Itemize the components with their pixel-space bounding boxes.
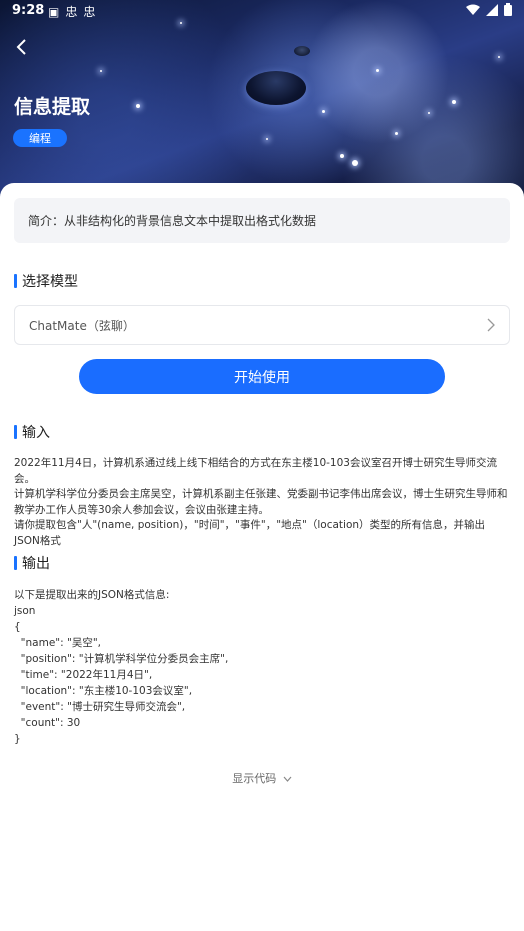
input-line: 2022年11月4日，计算机系通过线上线下相结合的方式在东主楼10-103会议室…	[14, 457, 497, 485]
status-left-icons: ▣忠忠	[48, 3, 101, 20]
output-section-title: 输出	[22, 556, 50, 572]
output-line: }	[14, 733, 21, 745]
output-line: "location": "东主楼10-103会议室",	[14, 685, 193, 697]
output-text: 以下是提取出来的JSON格式信息: json { "name": "吴空", "…	[14, 587, 510, 747]
page-title: 信息提取	[14, 96, 91, 118]
output-line: "name": "吴空",	[14, 637, 101, 649]
show-code-label: 显示代码	[232, 772, 277, 785]
bug-icon: 忠	[65, 5, 84, 19]
chevron-right-icon	[487, 318, 495, 332]
star	[452, 100, 456, 104]
battery-icon	[504, 3, 512, 16]
output-line: 以下是提取出来的JSON格式信息:	[14, 589, 170, 601]
output-line: "count": 30	[14, 717, 81, 729]
model-select[interactable]: ChatMate（弦聊）	[14, 305, 510, 345]
star	[498, 56, 500, 58]
star	[352, 160, 358, 166]
wifi-icon	[466, 4, 480, 15]
planet-large	[246, 71, 306, 105]
output-line: "event": "博士研究生导师交流会",	[14, 701, 186, 713]
start-button[interactable]: 开始使用	[79, 359, 445, 394]
chevron-down-icon	[283, 776, 292, 782]
status-time: 9:28	[12, 3, 45, 18]
star	[136, 104, 140, 108]
input-line: 计算机学科学位分委员会主席吴空，计算机系副主任张建、党委副书记李伟出席会议，博士…	[14, 488, 508, 500]
input-text: 2022年11月4日，计算机系通过线上线下相结合的方式在东主楼10-103会议室…	[14, 456, 510, 549]
intro-text: 简介：从非结构化的背景信息文本中提取出格式化数据	[28, 214, 317, 228]
output-section-header: 输出	[14, 553, 50, 573]
model-select-value: ChatMate（弦聊）	[29, 318, 135, 333]
model-section-title: 选择模型	[22, 274, 78, 290]
input-section-header: 输入	[14, 422, 50, 442]
section-accent-bar	[14, 274, 17, 288]
content-panel: 简介：从非结构化的背景信息文本中提取出格式化数据 选择模型 ChatMate（弦…	[0, 183, 524, 931]
status-right-icons	[466, 3, 512, 16]
input-section-title: 输入	[22, 425, 50, 441]
back-arrow-icon	[16, 39, 26, 55]
status-bar: 9:28 ▣忠忠	[0, 0, 524, 24]
star	[376, 69, 379, 72]
output-line: "time": "2022年11月4日",	[14, 669, 153, 681]
show-code-toggle[interactable]: 显示代码	[0, 770, 524, 786]
output-line: json	[14, 605, 36, 617]
back-button[interactable]	[10, 36, 32, 58]
notification-a-icon: ▣	[48, 5, 66, 19]
section-accent-bar	[14, 425, 17, 439]
intro-box: 简介：从非结构化的背景信息文本中提取出格式化数据	[14, 198, 510, 243]
category-tag[interactable]: 编程	[13, 129, 67, 147]
star	[100, 70, 102, 72]
star	[266, 138, 268, 140]
output-line: {	[14, 621, 21, 633]
star	[428, 112, 430, 114]
input-line: 请你提取包含"人"(name, position)，"时间"，"事件"，"地点"…	[14, 519, 486, 547]
section-accent-bar	[14, 556, 17, 570]
output-line: "position": "计算机学科学位分委员会主席",	[14, 653, 229, 665]
signal-icon	[486, 3, 498, 16]
input-line: 教学办工作人员等30余人参加会议，会议由张建主持。	[14, 503, 269, 516]
star	[322, 110, 325, 113]
model-section-header: 选择模型	[14, 271, 78, 291]
star	[340, 154, 344, 158]
bug-icon: 忠	[83, 5, 102, 19]
star	[395, 132, 398, 135]
planet-small	[294, 46, 310, 56]
